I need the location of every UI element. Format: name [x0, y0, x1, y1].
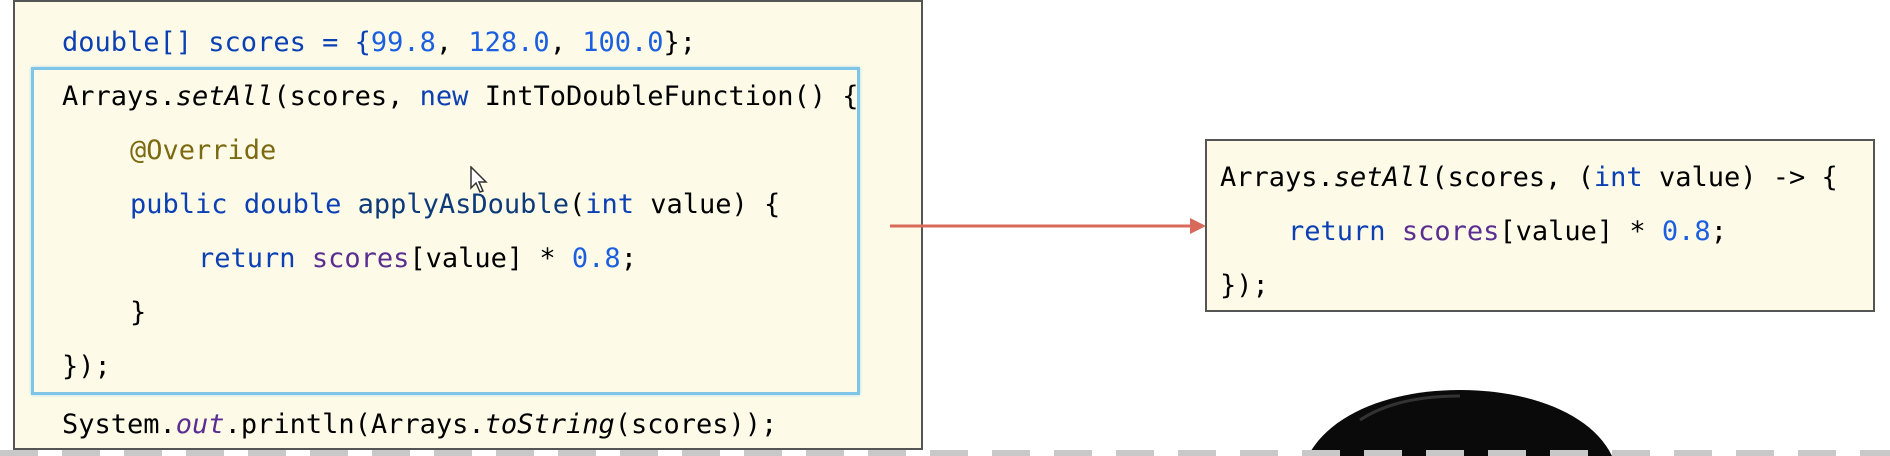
right-arrow-icon — [890, 218, 1206, 234]
token-type: double[] scores = { — [62, 27, 371, 58]
token-call: .println(Arrays. — [224, 409, 485, 440]
token-args: (scores)); — [614, 409, 778, 440]
code-line-lambda-return: return scores[value] * 0.8; — [1288, 215, 1727, 249]
token-number: 99.8 — [370, 27, 436, 58]
code-line-lambda-setall: Arrays.setAll(scores, (int value) -> { — [1220, 161, 1838, 195]
code-line-println: System.out.println(Arrays.toString(score… — [62, 408, 777, 442]
selection-highlight-box — [31, 67, 860, 395]
token-brace: }; — [663, 27, 696, 58]
token-args: (scores, ( — [1431, 162, 1594, 193]
token-keyword: int — [1593, 162, 1643, 193]
token-comma: , — [549, 27, 583, 58]
token-lambda: value) -> { — [1642, 162, 1838, 193]
code-line-lambda-close: }); — [1220, 269, 1269, 303]
token-brace: }); — [1220, 270, 1269, 301]
token-class: Arrays. — [1220, 162, 1334, 193]
token-method: setAll — [1333, 162, 1432, 193]
token-keyword: return — [1288, 216, 1386, 247]
token-class: System. — [62, 409, 176, 440]
token-method: toString — [484, 409, 615, 440]
token-number: 128.0 — [468, 27, 550, 58]
mouse-pointer-icon — [470, 166, 488, 193]
token-number: 0.8 — [1661, 216, 1711, 247]
token-index: [value] * — [1499, 216, 1662, 247]
token-field: scores — [1401, 216, 1500, 247]
code-line-array-declaration: double[] scores = {99.8, 128.0, 100.0}; — [62, 26, 696, 60]
bottom-dashed-divider — [0, 450, 1890, 456]
token-number: 100.0 — [582, 27, 664, 58]
token-comma: , — [435, 27, 469, 58]
lambda-code-panel: Arrays.setAll(scores, (int value) -> { r… — [1205, 139, 1875, 312]
token-static-field: out — [175, 409, 225, 440]
token-semicolon: ; — [1710, 216, 1727, 247]
avatar — [1308, 390, 1612, 456]
